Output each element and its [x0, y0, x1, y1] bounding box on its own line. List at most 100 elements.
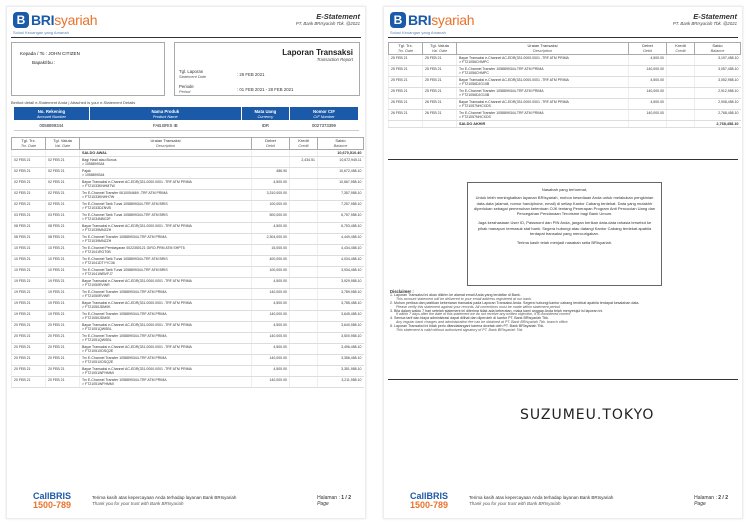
logo-text-syariah: syariah: [431, 12, 475, 28]
balance-cell: 10,672,945.11: [317, 156, 364, 168]
trx-date-cell: 03 FEB 21: [11, 211, 46, 223]
reference-line: > FT21034NBG2F: [82, 217, 111, 221]
val-date-cell: 10 FEB 21: [45, 266, 80, 278]
val-date-cell: 25 FEB 21: [422, 76, 457, 88]
debit-cell: [251, 149, 290, 157]
reference-line: > FT21041RGT0B: [82, 250, 111, 254]
val-date-cell: 26 FEB 21: [422, 109, 457, 121]
debit-cell: 4,500.00: [628, 54, 667, 66]
credit-cell: [666, 76, 695, 88]
trx-date-cell: [388, 120, 423, 128]
debit-cell: 4,500.00: [251, 178, 290, 190]
credit-cell: [666, 109, 695, 121]
balance-cell: 2,908,458.10: [694, 98, 741, 110]
description-cell: Trx E-Channel Transfer 0610054669 -TRF A…: [79, 189, 252, 201]
trx-date-header-en: Trx. Date: [397, 48, 414, 53]
credit-cell: [289, 288, 318, 300]
table-row: 02 FEB 21 02 FEB 21 Trx E-Channel Transfer…: [11, 189, 364, 201]
logo-text-syariah: syariah: [54, 12, 98, 28]
credit-cell: [289, 365, 318, 377]
description-line: SALDO AWAL: [82, 151, 108, 155]
estatement-subtitle: PT. Bank BRIsyariah Tbk. @2021: [672, 21, 737, 26]
balance-cell: 10,672,458.10: [317, 167, 364, 179]
reference-line: > FT21033KNHMTW: [82, 184, 115, 188]
page-label-en: Page: [694, 501, 706, 507]
balance-cell: 3,351,958.10: [317, 365, 364, 377]
description-cell: Trx E-Channel Transfer 1058899344-TRF AT…: [79, 288, 252, 300]
table-row: 25 FEB 21 25 FEB 21 Bayar Transaksi e-Chan…: [388, 76, 741, 88]
trx-date-cell: 02 FEB 21: [11, 200, 46, 212]
val-date-header: Tgl. Valuta: [430, 43, 449, 48]
page-number: 1 / 2: [341, 495, 351, 501]
debit-cell: 400,000.00: [251, 255, 290, 267]
description-cell: Trx E-Channel Tarik Tunai 1058899344-TRF…: [79, 200, 252, 212]
debit-cell: 140,000.00: [628, 87, 667, 99]
table-row: 26 FEB 21 26 FEB 21 Trx E-Channel Transfer…: [388, 109, 741, 121]
debit-cell: 140,000.00: [628, 65, 667, 77]
val-date-header-en: Val. Date: [54, 143, 71, 148]
table-row: 20 FEB 21 20 FEB 21 Trx E-Channel Transfer…: [11, 376, 364, 388]
description-cell: Trx E-Channel Tarik Tunai 1058899344-TRF…: [79, 211, 252, 223]
debit-cell: 140,000.00: [251, 376, 290, 388]
debit-header: Debet: [642, 43, 653, 48]
cif-number: 0027373399: [289, 120, 359, 131]
val-date-cell: 20 FEB 21: [45, 376, 80, 388]
table-row: 25 FEB 21 25 FEB 21 Trx E-Channel Transfer…: [388, 65, 741, 77]
trx-date-header: Tgl. Trx.: [398, 43, 413, 48]
trx-date-cell: 26 FEB 21: [388, 98, 423, 110]
table-row: 08 FEB 21 08 FEB 21 Trx E-Channel Transfer…: [11, 233, 364, 245]
reference-line: > 1058899344: [82, 162, 105, 166]
description-cell: SALDO AKHIR: [456, 120, 629, 128]
trx-date-cell: 19 FEB 21: [11, 310, 46, 322]
credit-header: Kredit: [675, 43, 686, 48]
val-date-cell: 08 FEB 21: [45, 233, 80, 245]
debit-cell: 15,000.00: [251, 244, 290, 256]
callbris-number: 1500-789: [410, 500, 449, 510]
val-date-cell: 20 FEB 21: [45, 354, 80, 366]
footer-thanks: Terima kasih atas kepercayaan Anda terha…: [92, 495, 236, 507]
balance-cell: 4,434,458.10: [317, 244, 364, 256]
val-date-cell: 02 FEB 21: [45, 167, 80, 179]
balance-cell: 3,052,958.10: [694, 76, 741, 88]
description-cell: Bayar Transaksi e-Channel AC-EDR(331.000…: [79, 321, 252, 333]
balance-cell: 3,496,458.10: [317, 343, 364, 355]
product-name: FAB.BRIS IB: [89, 120, 242, 131]
balance-cell: 3,789,958.10: [317, 288, 364, 300]
table-row: 19 FEB 21 19 FEB 21 Bayar Transaksi e-Chan…: [11, 299, 364, 311]
statement-page-1: B BRIsyariah Solusi Keuangan yang Amanah…: [6, 6, 366, 519]
table-row: 08 FEB 21 08 FEB 21 Bayar Transaksi e-Chan…: [11, 222, 364, 234]
trx-date-cell: 10 FEB 21: [11, 266, 46, 278]
header-divider: [11, 37, 361, 38]
page-number: 2 / 2: [718, 495, 728, 501]
footer-thanks: Terima kasih atas kepercayaan Anda terha…: [469, 495, 613, 507]
trx-date-cell: 10 FEB 21: [11, 255, 46, 267]
debit-cell: 3,310,000.00: [251, 189, 290, 201]
reference-line: > FT21041WBVFJ7: [82, 272, 113, 276]
product-name-header-en: Product Name: [152, 113, 178, 119]
description-cell: Bayar Transaksi e-Channel AC-EDR(331.000…: [456, 76, 629, 88]
trx-date-cell: 20 FEB 21: [11, 376, 46, 388]
table-row: 20 FEB 21 20 FEB 21 Trx E-Channel Transfer…: [11, 354, 364, 366]
transaction-table-page-2: Tgl. Trx. Trx. Date Tgl. Valuta Val. Date …: [388, 42, 741, 128]
reference-line: > FT21051XDSQ2E: [82, 349, 114, 353]
credit-cell: [289, 222, 318, 234]
description-line: SALDO AKHIR: [459, 122, 486, 126]
estatement-heading: E-Statement PT. Bank BRIsyariah Tbk. @20…: [673, 12, 737, 26]
disclaimer-items: 1. Laporan Transaksi ini akan dikirim ke…: [390, 293, 740, 333]
notice-paragraph-3: Terima kasih telah menjadi nasabah setia…: [516, 240, 613, 246]
currency: IDR: [241, 120, 290, 131]
credit-cell: [289, 255, 318, 267]
notice-paragraph-2: Jaga kerahasiaan User ID, Password dan P…: [477, 220, 652, 237]
val-date-cell: 20 FEB 21: [45, 321, 80, 333]
reference-line: > FT21056CHMPC: [459, 60, 489, 64]
bri-logo-icon: B: [13, 12, 29, 28]
credit-cell: [289, 211, 318, 223]
page-indicator: Halaman : 2 / 2 Page: [694, 495, 728, 507]
trx-date-cell: 20 FEB 21: [11, 332, 46, 344]
report-title: Laporan Transaksi: [282, 48, 353, 57]
credit-cell: [666, 65, 695, 77]
watermark-text: SUZUMEU.TOKYO: [520, 407, 655, 423]
debit-cell: [628, 120, 667, 128]
bank-logo: B BRIsyariah: [390, 12, 475, 28]
val-date-cell: 03 FEB 21: [45, 211, 80, 223]
